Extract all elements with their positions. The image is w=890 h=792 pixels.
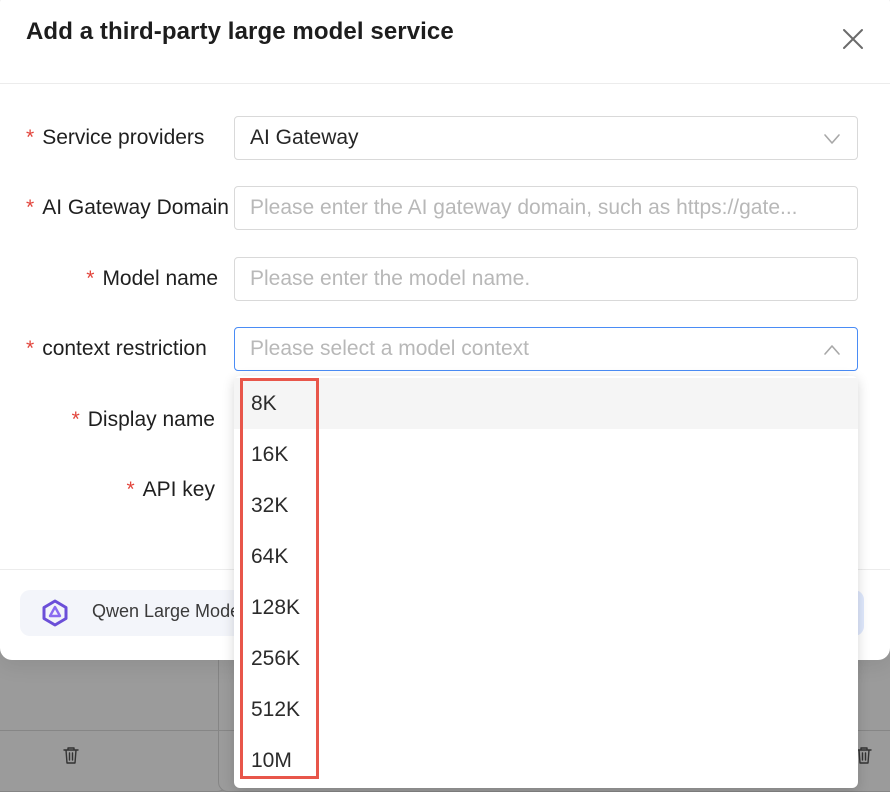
dropdown-option[interactable]: 16K — [234, 429, 858, 480]
label-text: Model name — [102, 267, 218, 290]
background-card — [0, 640, 227, 792]
gateway-domain-label: * AI Gateway Domain — [26, 186, 234, 230]
background-divider — [0, 730, 225, 731]
required-mark: * — [126, 478, 135, 501]
model-name-placeholder: Please enter the model name. — [250, 267, 531, 290]
gateway-domain-input[interactable]: Please enter the AI gateway domain, such… — [234, 186, 858, 230]
provider-card-label: Qwen Large Model — [92, 601, 245, 621]
service-provider-value: AI Gateway — [250, 126, 359, 149]
dropdown-option[interactable]: 32K — [234, 480, 858, 531]
header-divider — [0, 83, 890, 84]
context-restriction-label: * context restriction — [26, 327, 234, 371]
context-restriction-select[interactable]: Please select a model context — [234, 327, 858, 371]
label-text: Display name — [87, 408, 215, 431]
required-mark: * — [71, 408, 80, 431]
trash-icon[interactable] — [856, 746, 872, 764]
required-mark: * — [26, 337, 35, 360]
dropdown-option[interactable]: 256K — [234, 633, 858, 684]
label-text: context restriction — [42, 337, 207, 360]
required-mark: * — [86, 267, 95, 290]
label-text: AI Gateway Domain — [42, 196, 229, 219]
qwen-logo-icon — [42, 599, 68, 627]
dropdown-option[interactable]: 8K — [234, 378, 858, 429]
close-icon[interactable] — [840, 26, 866, 52]
model-name-label: * Model name — [0, 257, 218, 301]
chevron-down-icon — [824, 134, 840, 144]
service-provider-select[interactable]: AI Gateway — [234, 116, 858, 160]
api-key-label: * API key — [0, 468, 215, 512]
label-text: API key — [142, 478, 215, 501]
dropdown-option[interactable]: 512K — [234, 684, 858, 735]
context-dropdown-menu: 8K 16K 32K 64K 128K 256K 512K 10M — [234, 376, 858, 788]
dropdown-option[interactable]: 10M — [234, 735, 858, 786]
context-restriction-placeholder: Please select a model context — [250, 337, 529, 360]
dropdown-option[interactable]: 64K — [234, 531, 858, 582]
required-mark: * — [26, 196, 35, 219]
gateway-domain-placeholder: Please enter the AI gateway domain, such… — [250, 196, 798, 219]
modal-title: Add a third-party large model service — [26, 18, 454, 45]
chevron-up-icon — [824, 345, 840, 355]
trash-icon[interactable] — [63, 746, 79, 764]
required-mark: * — [26, 126, 35, 149]
display-name-label: * Display name — [0, 398, 215, 442]
dropdown-option[interactable]: 128K — [234, 582, 858, 633]
model-name-input[interactable]: Please enter the model name. — [234, 257, 858, 301]
label-text: Service providers — [42, 126, 205, 149]
service-provider-label: * Service providers — [26, 116, 234, 160]
